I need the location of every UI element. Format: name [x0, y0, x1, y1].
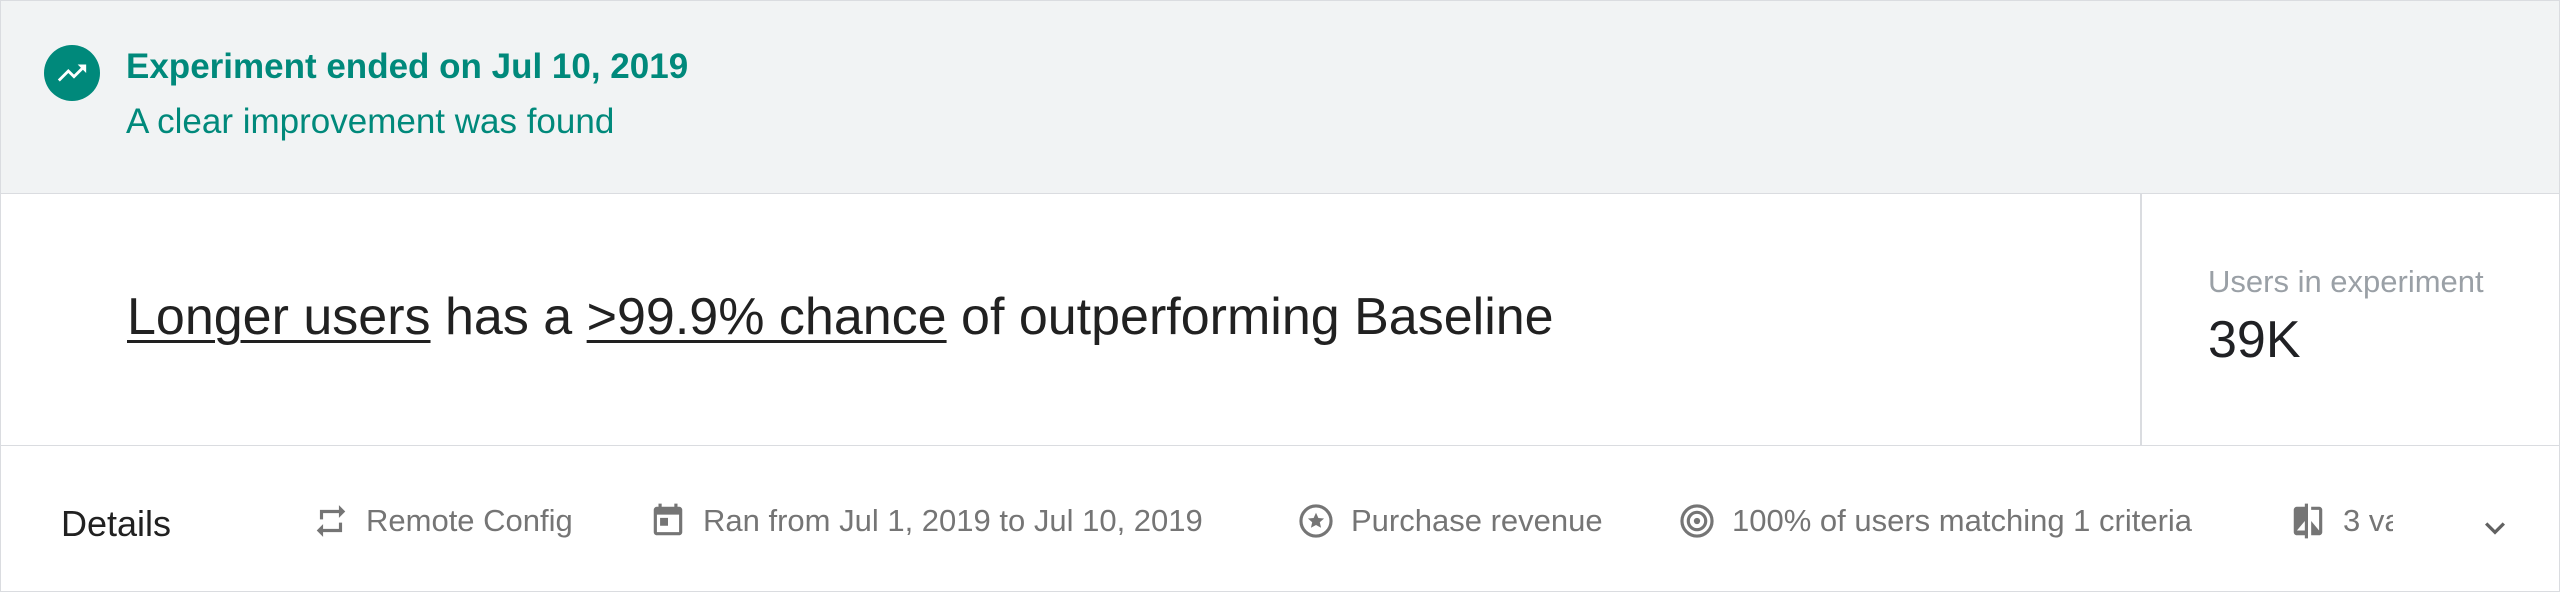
status-subtitle: A clear improvement was found — [126, 102, 615, 141]
star-circle-icon — [1299, 504, 1333, 538]
status-banner: Experiment ended on Jul 10, 2019 A clear… — [1, 1, 2559, 194]
chip-label: Purchase revenue — [1351, 503, 1603, 538]
chip-remote-config: Remote Config — [312, 501, 573, 541]
users-stat: Users in experiment 39K — [2140, 194, 2559, 446]
chip-label: 3 variants — [2343, 503, 2393, 538]
result-headline: Longer users has a >99.9% chance of outp… — [127, 287, 1554, 347]
details-label: Details — [61, 503, 172, 544]
chip-label: Remote Config — [366, 503, 573, 538]
experiment-card: Experiment ended on Jul 10, 2019 A clear… — [0, 0, 2560, 592]
remote-config-icon — [316, 505, 346, 537]
variant-link[interactable]: Longer users — [127, 288, 431, 346]
details-bar[interactable]: Details Remote Config Ran from Jul 1, 20… — [1, 446, 2559, 591]
chip-date-range: Ran from Jul 1, 2019 to Jul 10, 2019 — [649, 501, 1203, 541]
headline-text-2: of outperforming Baseline — [946, 288, 1554, 346]
chevron-down-icon — [2485, 522, 2505, 535]
result-summary: Longer users has a >99.9% chance of outp… — [1, 194, 2140, 446]
status-title: Experiment ended on Jul 10, 2019 — [126, 47, 689, 86]
trending-up-icon — [44, 45, 100, 101]
chip-variants: 3 variants — [2289, 501, 2393, 541]
probability-link[interactable]: >99.9% chance — [587, 288, 947, 346]
users-stat-value: 39K — [2208, 311, 2301, 369]
users-stat-label: Users in experiment — [2208, 264, 2484, 299]
chip-goal: Purchase revenue — [1297, 501, 1603, 541]
target-icon — [1680, 504, 1714, 538]
calendar-icon — [653, 503, 683, 536]
chip-targeting: 100% of users matching 1 criteria — [1678, 501, 2192, 541]
expand-details-button[interactable] — [2475, 508, 2515, 548]
chip-label: Ran from Jul 1, 2019 to Jul 10, 2019 — [703, 503, 1203, 538]
headline-text-1: has a — [430, 288, 587, 346]
variants-icon — [2293, 503, 2323, 539]
chip-label: 100% of users matching 1 criteria — [1732, 503, 2193, 538]
